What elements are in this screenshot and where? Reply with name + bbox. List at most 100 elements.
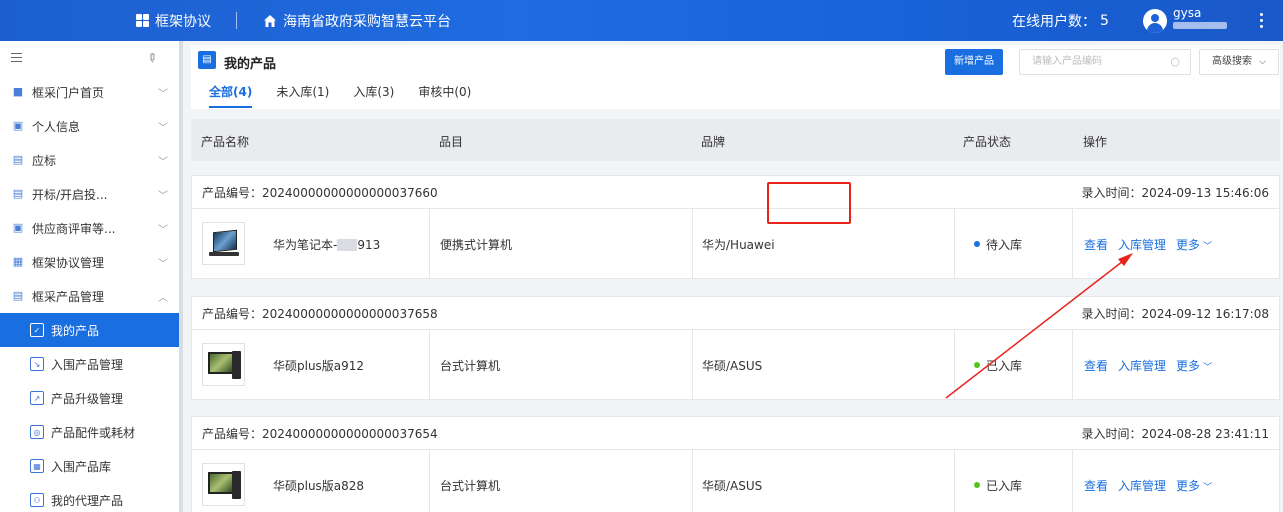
sidebar-item[interactable]: ▤ 应标 ﹀ [0,143,179,177]
column-header: 产品状态 [963,135,1012,149]
product-status: 已入库 [974,330,1022,400]
more-menu-button[interactable] [1260,0,1263,41]
status-tab[interactable]: 未入库(1) [276,83,329,108]
desktop-thumbnail[interactable] [202,463,245,506]
sidebar-subitem[interactable]: ⚇ 我的代理产品 [0,483,179,512]
status-tab[interactable]: 全部(4) [209,83,253,108]
app-switcher[interactable]: 框架协议 [136,0,211,41]
username: gysa [1173,5,1202,20]
user-detail-redacted [1173,21,1227,29]
chevron-down-icon: ﹀ [158,191,168,202]
view-link[interactable]: 查看 [1084,236,1108,253]
pin-icon[interactable]: ✎ [144,49,161,66]
column-header: 操作 [1083,135,1108,149]
sidebar-subitem-label: 入围产品库 [51,459,112,474]
row-actions: 查看 入库管理 更多 ﹀ [1084,450,1222,512]
product-group: 产品编号：20240000000000000037660 录入时间：2024-0… [191,175,1280,279]
desktop-thumbnail[interactable] [202,343,245,386]
view-link[interactable]: 查看 [1084,477,1108,494]
chevron-down-icon: ﹀ [1203,362,1213,373]
status-dot-icon [974,482,980,488]
grid-icon [136,14,149,27]
sidebar-subitem[interactable]: ✓ 我的产品 [0,313,179,347]
product-brand: 华为/Huawei [702,237,775,252]
product-group-header: 产品编号：20240000000000000037660 录入时间：2024-0… [192,176,1279,209]
inventory-manage-link[interactable]: 入库管理 [1118,477,1166,494]
sidebar: ✎ ■ 框采门户首页 ﹀ ▣ 个人信息 ﹀ ▤ 应标 ﹀ ▤ 开标/开启投... ﹀ ▣… [0,41,179,512]
view-link[interactable]: 查看 [1084,357,1108,374]
chevron-down-icon: ⌵ [1259,57,1266,67]
product-category: 便携式计算机 [440,237,513,252]
sidebar-subitem[interactable]: ▦ 入围产品库 [0,449,179,483]
hamburger-icon[interactable] [11,53,22,62]
library-icon: ▦ [30,459,44,473]
sidebar-item-label: 框架协议管理 [32,255,105,270]
add-product-button[interactable]: 新增产品 [945,49,1003,75]
product-category: 台式计算机 [440,478,501,493]
avatar [1143,8,1167,33]
more-actions-dropdown[interactable]: 更多 ﹀ [1176,357,1212,374]
shortlist-icon: ↘ [30,357,44,371]
table-row: 华硕plus版a828 台式计算机 华硕/ASUS 已入库 查看 入库管理 更多… [192,450,1279,512]
chevron-down-icon: ﹀ [158,89,168,100]
product-mgmt-icon: ▤ [12,289,24,302]
sidebar-item[interactable]: ■ 框采门户首页 ﹀ [0,75,179,109]
product-code: 产品编号：20240000000000000037654 [202,426,438,441]
app-label: 框架协议 [155,13,211,30]
status-tab[interactable]: 入库(3) [353,83,394,108]
sidebar-item[interactable]: ▤ 框采产品管理 ︿ [0,279,179,313]
sidebar-subitem-label: 我的代理产品 [51,493,124,508]
entry-time: 录入时间：2024-08-28 23:41:11 [1081,426,1269,441]
product-code: 产品编号：20240000000000000037658 [202,306,438,321]
sidebar-subitem[interactable]: ◎ 产品配件或耗材 [0,415,179,449]
sidebar-subitem-label: 产品配件或耗材 [51,425,136,440]
chevron-down-icon: ﹀ [158,259,168,270]
column-header: 品目 [439,135,464,149]
sidebar-item[interactable]: ▤ 开标/开启投... ﹀ [0,177,179,211]
sidebar-subitem[interactable]: ↘ 入围产品管理 [0,347,179,381]
sidebar-item[interactable]: ▣ 供应商评审等... ﹀ [0,211,179,245]
product-status: 待入库 [974,209,1022,279]
search-icon[interactable]: ○ [1170,50,1180,74]
sidebar-toolbar: ✎ [0,41,179,75]
review-icon: ▣ [12,221,24,234]
table-header: 产品名称 品目 品牌 产品状态 操作 [191,119,1280,161]
top-bar: 框架协议 海南省政府采购智慧云平台 在线用户数： 5 gysa [0,0,1283,41]
sidebar-item-label: 框采产品管理 [32,289,105,304]
sidebar-subitem-label: 入围产品管理 [51,357,124,372]
parts-icon: ◎ [30,425,44,439]
sidebar-item[interactable]: ▣ 个人信息 ﹀ [0,109,179,143]
upgrade-icon: ↗ [30,391,44,405]
sidebar-subitem[interactable]: ↗ 产品升级管理 [0,381,179,415]
product-code: 产品编号：20240000000000000037660 [202,185,438,200]
divider [236,12,237,29]
main-content: ▤ 我的产品 新增产品 请输入产品编码 ○ 高级搜索 ⌵ 全部(4) 未入库(1)… [183,41,1283,512]
platform-title: 海南省政府采购智慧云平台 [283,13,451,30]
product-brand: 华硕/ASUS [702,478,763,493]
product-code-search-input[interactable]: 请输入产品编码 ○ [1019,49,1191,75]
advanced-search-button[interactable]: 高级搜索 ⌵ [1199,49,1279,75]
column-header: 产品名称 [201,135,250,149]
chevron-down-icon: ﹀ [1203,241,1213,252]
product-status: 已入库 [974,450,1022,512]
search-placeholder: 请输入产品编码 [1032,56,1102,67]
inventory-manage-link[interactable]: 入库管理 [1118,236,1166,253]
row-actions: 查看 入库管理 更多 ﹀ [1084,330,1222,400]
document-icon: ▤ [198,51,216,69]
product-brand: 华硕/ASUS [702,358,763,373]
id-card-icon: ▣ [12,119,24,132]
laptop-thumbnail[interactable] [202,222,245,265]
chevron-down-icon: ﹀ [158,157,168,168]
more-actions-dropdown[interactable]: 更多 ﹀ [1176,477,1212,494]
more-actions-dropdown[interactable]: 更多 ﹀ [1176,236,1212,253]
product-group: 产品编号：20240000000000000037654 录入时间：2024-0… [191,416,1280,512]
sidebar-item-label: 开标/开启投... [32,187,108,202]
status-tab[interactable]: 审核中(0) [418,83,471,108]
sidebar-subitem-label: 产品升级管理 [51,391,124,406]
entry-time: 录入时间：2024-09-12 16:17:08 [1081,306,1269,321]
user-menu[interactable]: gysa [1143,0,1227,41]
platform-home-link[interactable]: 海南省政府采购智慧云平台 [263,0,451,41]
inventory-manage-link[interactable]: 入库管理 [1118,357,1166,374]
sidebar-item[interactable]: ▦ 框架协议管理 ﹀ [0,245,179,279]
product-group-header: 产品编号：20240000000000000037654 录入时间：2024-0… [192,417,1279,450]
